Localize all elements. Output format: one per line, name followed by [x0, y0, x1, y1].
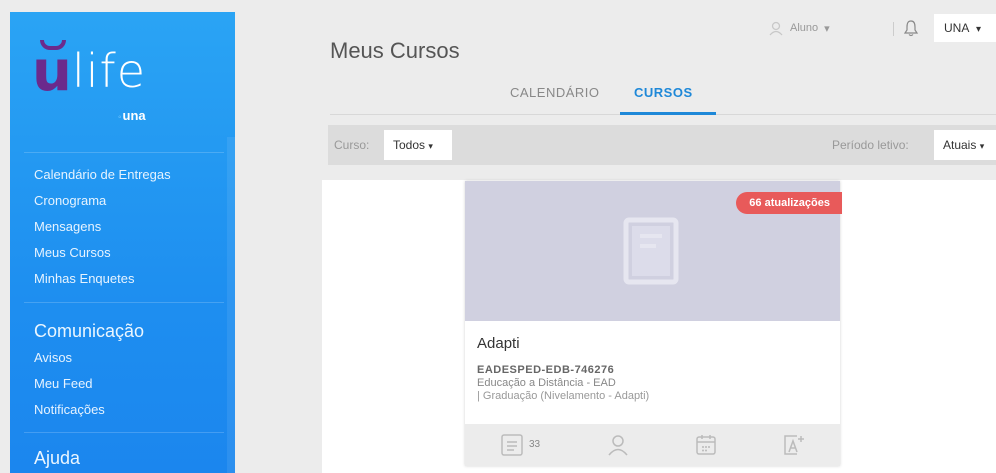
- posts-icon[interactable]: [499, 432, 525, 458]
- periodo-filter-select[interactable]: Atuais ▾: [934, 130, 996, 160]
- sidebar-divider: [24, 302, 224, 303]
- sidebar-scrollbar[interactable]: [227, 137, 235, 473]
- page-title: Meus Cursos: [330, 38, 460, 63]
- user-menu[interactable]: Aluno ▾: [768, 20, 830, 36]
- sidebar-item-avisos[interactable]: Avisos: [34, 345, 224, 371]
- course-card[interactable]: 66 atualizações Adapti EADESPED-EDB-7462…: [465, 181, 842, 466]
- sidebar-heading-comunicacao: Comunicação: [34, 321, 145, 341]
- sidebar-item-notificacoes[interactable]: Notificações: [34, 397, 224, 423]
- calendar-icon[interactable]: [693, 432, 719, 458]
- periodo-filter-label: Período letivo:: [832, 138, 909, 152]
- course-code: EADESPED-EDB-746276: [477, 364, 615, 376]
- filter-bar: Curso: Todos ▾ Período letivo: Atuais ▾: [328, 125, 996, 165]
- sidebar-item-calendario-entregas[interactable]: Calendário de Entregas: [34, 162, 224, 188]
- course-title[interactable]: Adapti: [477, 335, 520, 352]
- sidebar-divider: [24, 152, 224, 153]
- participants-icon[interactable]: [605, 432, 631, 458]
- sidebar-item-mensagens[interactable]: Mensagens: [34, 214, 224, 240]
- logo-life: life: [72, 44, 147, 98]
- sidebar-divider: [24, 432, 224, 433]
- sidebar-ajuda-menu: Ajuda: [34, 444, 224, 472]
- bell-icon[interactable]: [903, 19, 919, 37]
- ulife-logo[interactable]: u life ◦una: [32, 34, 172, 124]
- course-card-image[interactable]: 66 atualizações: [465, 181, 842, 321]
- tab-calendario[interactable]: CALENDÁRIO: [510, 85, 600, 100]
- user-icon: [769, 21, 783, 36]
- curso-filter-label: Curso:: [334, 138, 370, 152]
- logo-una: ◦una: [118, 108, 146, 123]
- user-label: Aluno: [790, 22, 819, 34]
- sidebar-item-cronograma[interactable]: Cronograma: [34, 188, 224, 214]
- sidebar-item-meus-cursos[interactable]: Meus Cursos: [34, 240, 224, 266]
- updates-badge[interactable]: 66 atualizações: [736, 192, 842, 214]
- sidebar-main-menu: Calendário de Entregas Cronograma Mensag…: [34, 162, 224, 292]
- topbar-divider: [893, 22, 894, 36]
- posts-count: 33: [529, 439, 541, 450]
- course-card-footer: 33: [465, 424, 840, 466]
- periodo-filter-value: Atuais: [943, 138, 977, 152]
- sidebar-item-minhas-enquetes[interactable]: Minhas Enquetes: [34, 266, 224, 292]
- curso-filter-select[interactable]: Todos ▾: [384, 130, 452, 160]
- sidebar-heading-ajuda[interactable]: Ajuda: [34, 444, 224, 472]
- sidebar-item-meu-feed[interactable]: Meu Feed: [34, 371, 224, 397]
- chevron-down-icon: ▾: [979, 141, 985, 151]
- tab-cursos[interactable]: CURSOS: [634, 85, 693, 100]
- active-tab-indicator: [620, 112, 716, 115]
- chevron-down-icon: ▾: [428, 141, 433, 151]
- sidebar: u life ◦una Calendário de Entregas Crono…: [10, 12, 235, 473]
- course-program: | Graduação (Nivelamento - Adapti): [477, 390, 650, 402]
- institution-value: UNA: [944, 21, 969, 35]
- sidebar-comunicacao-menu: Comunicação Avisos Meu Feed Notificações: [34, 317, 224, 423]
- institution-select[interactable]: UNA ▾: [934, 14, 996, 42]
- logo-u: u: [32, 39, 72, 104]
- chevron-down-icon: ▾: [824, 22, 830, 35]
- course-modality: Educação a Distância - EAD: [477, 377, 616, 389]
- app-window: u life ◦una Calendário de Entregas Crono…: [0, 0, 996, 473]
- tab-bar: CALENDÁRIO CURSOS: [330, 80, 996, 115]
- book-icon: [623, 217, 679, 285]
- chevron-down-icon: ▾: [976, 24, 982, 35]
- grades-icon[interactable]: [781, 432, 807, 458]
- curso-filter-value: Todos: [393, 138, 426, 152]
